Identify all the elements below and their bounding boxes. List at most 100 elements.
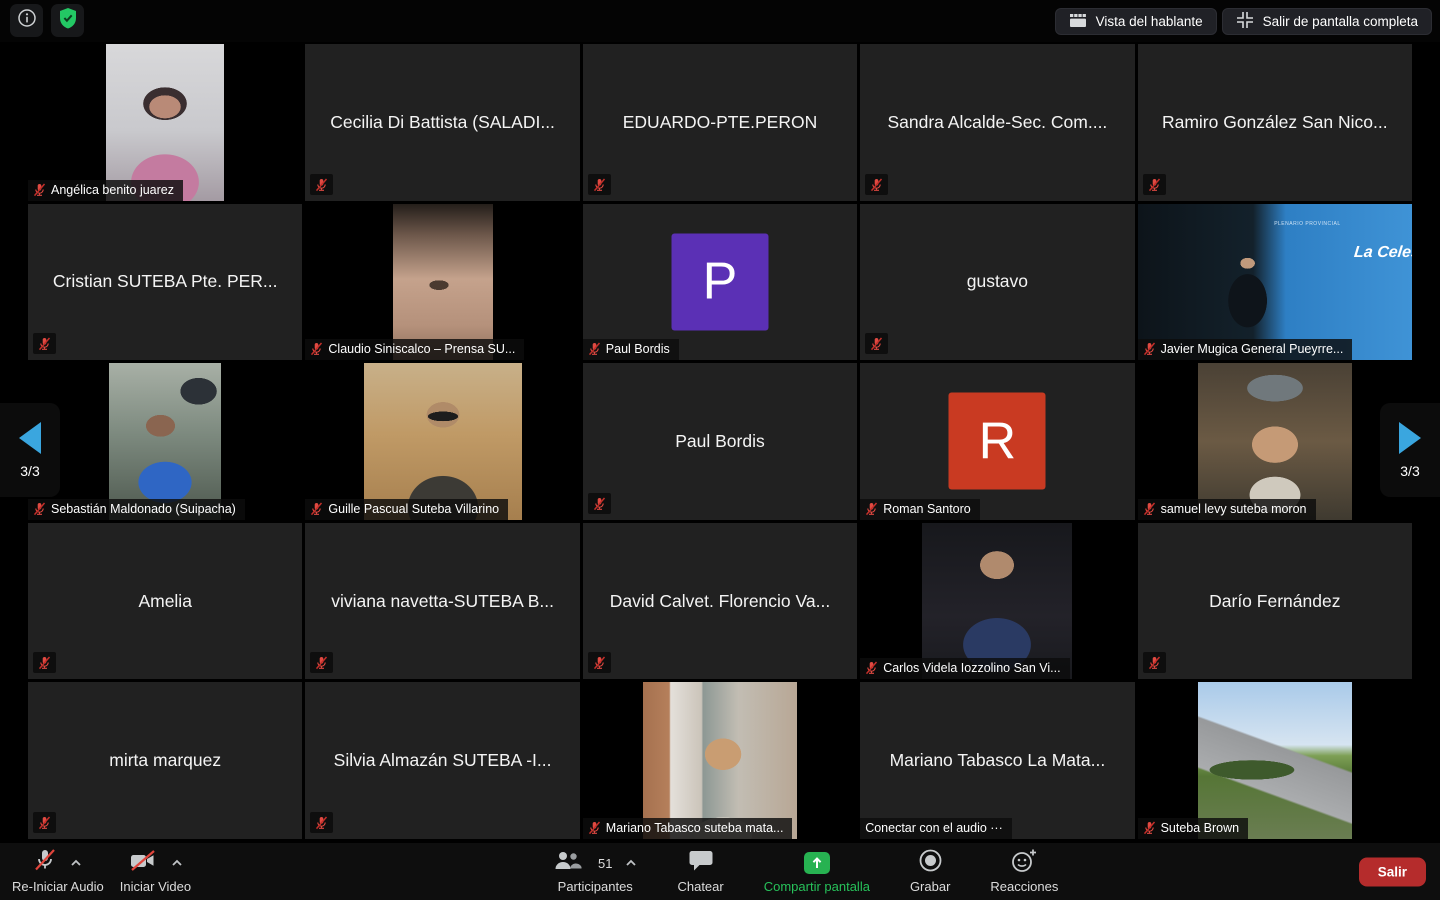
muted-mic-icon [33, 502, 46, 516]
record-icon [918, 848, 943, 878]
participant-tile[interactable]: Cecilia Di Battista (SALADI... [305, 44, 579, 201]
muted-mic-icon [1143, 652, 1166, 673]
participant-label-text: Suteba Brown [1161, 821, 1240, 835]
participant-tile[interactable]: samuel levy suteba moron [1138, 363, 1412, 520]
record-button[interactable]: Grabar [902, 843, 958, 900]
participant-label-text: Conectar con el audio ··· [865, 821, 1003, 835]
audio-options-caret[interactable] [70, 859, 82, 867]
participant-tile[interactable]: Claudio Siniscalco – Prensa SU... [305, 204, 579, 361]
unmute-audio-label: Re-Iniciar Audio [12, 879, 104, 894]
muted-mic-icon [310, 812, 333, 833]
participant-tile[interactable]: Sebastián Maldonado (Suipacha) [28, 363, 302, 520]
muted-mic-icon [865, 333, 888, 354]
muted-mic-icon [33, 183, 46, 197]
start-video-button[interactable]: Iniciar Video [112, 843, 199, 900]
video-thumbnail [1198, 682, 1352, 839]
participants-button[interactable]: 51 Participantes [545, 843, 645, 900]
participant-tile[interactable]: RRoman Santoro [860, 363, 1134, 520]
participant-tile[interactable]: Silvia Almazán SUTEBA -I... [305, 682, 579, 839]
speaker-view-button[interactable]: Vista del hablante [1055, 8, 1217, 35]
triangle-right-icon [1399, 422, 1421, 454]
participant-label: Mariano Tabasco suteba mata... [583, 818, 793, 839]
participant-label-text: Guille Pascual Suteba Villarino [328, 502, 499, 516]
participant-tile[interactable]: Darío Fernández [1138, 523, 1412, 680]
page-indicator: 3/3 [20, 463, 39, 479]
muted-mic-icon [588, 652, 611, 673]
participant-tile[interactable]: viviana navetta-SUTEBA B... [305, 523, 579, 680]
bottom-toolbar: Re-Iniciar Audio Iniciar Video 51 [0, 843, 1440, 900]
participant-tile[interactable]: Mariano Tabasco La Mata...Conectar con e… [860, 682, 1134, 839]
participant-tile[interactable]: Suteba Brown [1138, 682, 1412, 839]
participant-tile[interactable]: Amelia [28, 523, 302, 680]
share-screen-label: Compartir pantalla [764, 879, 870, 894]
participant-tile[interactable]: PPaul Bordis [583, 204, 857, 361]
top-bar: Vista del hablante Salir de pantalla com… [0, 0, 1440, 42]
muted-mic-icon [865, 502, 878, 516]
participant-label: Angélica benito juarez [28, 180, 183, 201]
video-thumbnail [643, 682, 797, 839]
muted-mic-icon [310, 342, 323, 356]
mic-muted-icon [33, 848, 57, 878]
participant-label-text: Carlos Videla Iozzolino San Vi... [883, 661, 1060, 675]
participant-tile[interactable]: gustavo [860, 204, 1134, 361]
participant-tile[interactable]: Guille Pascual Suteba Villarino [305, 363, 579, 520]
participant-tile[interactable]: Paul Bordis [583, 363, 857, 520]
unmute-audio-button[interactable]: Re-Iniciar Audio [4, 843, 112, 900]
participant-label-text: Paul Bordis [606, 342, 670, 356]
previous-page-button[interactable]: 3/3 [0, 403, 60, 497]
video-options-caret[interactable] [171, 859, 183, 867]
participant-label: Carlos Videla Iozzolino San Vi... [860, 658, 1069, 679]
meeting-info-button[interactable] [10, 4, 43, 37]
muted-mic-icon [1143, 174, 1166, 195]
video-grid: Angélica benito juarez Cecilia Di Battist… [28, 44, 1412, 839]
participant-label: Javier Mugica General Pueyrre... [1138, 339, 1353, 360]
security-button[interactable] [51, 4, 84, 37]
participant-tile[interactable]: Angélica benito juarez [28, 44, 302, 201]
participant-tile[interactable]: Carlos Videla Iozzolino San Vi... [860, 523, 1134, 680]
participant-tile[interactable]: PLENARIO PROVINCIALLa CelesJavier Mugica… [1138, 204, 1412, 361]
participant-name: viviana navetta-SUTEBA B... [305, 523, 579, 680]
participant-tile[interactable]: Ramiro González San Nico... [1138, 44, 1412, 201]
leave-button[interactable]: Salir [1359, 857, 1426, 886]
muted-mic-icon [310, 502, 323, 516]
reactions-button[interactable]: Reacciones [982, 843, 1066, 900]
participant-name: Amelia [28, 523, 302, 680]
share-screen-button[interactable]: Compartir pantalla [756, 843, 878, 900]
exit-fullscreen-button[interactable]: Salir de pantalla completa [1222, 8, 1432, 35]
muted-mic-icon [1143, 821, 1156, 835]
participant-name: Ramiro González San Nico... [1138, 44, 1412, 201]
muted-mic-icon [310, 174, 333, 195]
muted-mic-icon [865, 661, 878, 675]
share-screen-icon [804, 852, 830, 874]
participant-label: Claudio Siniscalco – Prensa SU... [305, 339, 524, 360]
triangle-left-icon [19, 422, 41, 454]
muted-mic-icon [588, 493, 611, 514]
video-thumbnail [364, 363, 522, 520]
participant-name: Paul Bordis [583, 363, 857, 520]
participant-avatar: R [949, 393, 1046, 490]
participant-label: samuel levy suteba moron [1138, 499, 1316, 520]
participant-label-text: Mariano Tabasco suteba mata... [606, 821, 784, 835]
reactions-icon [1010, 848, 1038, 878]
participant-name: EDUARDO-PTE.PERON [583, 44, 857, 201]
info-icon [17, 8, 37, 33]
muted-mic-icon [33, 812, 56, 833]
participant-tile[interactable]: Cristian SUTEBA Pte. PER... [28, 204, 302, 361]
participant-name: Darío Fernández [1138, 523, 1412, 680]
participant-tile[interactable]: Mariano Tabasco suteba mata... [583, 682, 857, 839]
participants-icon [553, 850, 583, 877]
chat-button[interactable]: Chatear [669, 843, 731, 900]
participants-count: 51 [598, 856, 612, 871]
participant-tile[interactable]: mirta marquez [28, 682, 302, 839]
participants-caret[interactable] [625, 859, 637, 867]
participant-tile[interactable]: David Calvet. Florencio Va... [583, 523, 857, 680]
muted-mic-icon [588, 342, 601, 356]
participant-tile[interactable]: EDUARDO-PTE.PERON [583, 44, 857, 201]
participant-name: Cecilia Di Battista (SALADI... [305, 44, 579, 201]
toolbar-center-group: 51 Participantes Chatear Compartir pan [545, 843, 1066, 900]
participant-tile[interactable]: Sandra Alcalde-Sec. Com.... [860, 44, 1134, 201]
participant-label-text: Claudio Siniscalco – Prensa SU... [328, 342, 515, 356]
video-thumbnail [106, 44, 224, 201]
next-page-button[interactable]: 3/3 [1380, 403, 1440, 497]
video-thumbnail [109, 363, 221, 520]
